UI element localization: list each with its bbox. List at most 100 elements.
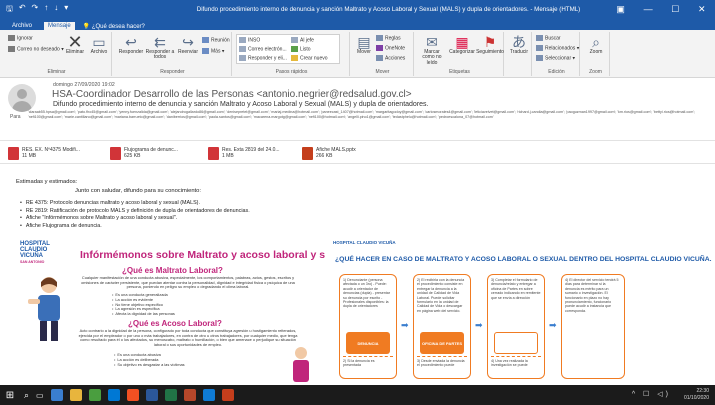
forward-button[interactable]: ↪ Reenviar	[175, 34, 201, 55]
logo-text: HOSPITAL CLAUDIO VICUÑA	[20, 241, 50, 259]
group-label-move: Mover	[375, 69, 390, 75]
maximize-icon[interactable]: ☐	[671, 4, 679, 15]
close-icon[interactable]: ✕	[698, 4, 706, 15]
ribbon-group-respond: ↩ Responder ⇇ Responder a todos ↪ Reenviar …	[114, 32, 232, 76]
step-text: 3) Completar el formulario de denuncia/r…	[491, 278, 541, 300]
powerpoint-icon[interactable]	[183, 389, 196, 401]
ribbon-group-quicksteps: INSO Al jefe Correo electrón... Listo Re…	[234, 32, 350, 76]
actions-button[interactable]: Acciones	[376, 55, 405, 61]
save-icon[interactable]: 🖫	[6, 3, 13, 17]
archive-button[interactable]: ▭ Archivo	[88, 34, 110, 55]
ribbon-group-editing: Buscar Relacionados ▾ Seleccionar ▾ Edic…	[534, 32, 580, 76]
tab-mensaje[interactable]: Mensaje	[44, 22, 75, 30]
edge-icon[interactable]	[50, 389, 63, 401]
mark-unread-button[interactable]: ✉ Marcar como no leído	[418, 34, 446, 66]
acoso-bullets: Es una conducta abusiva La acción es del…	[114, 352, 184, 367]
flow-step-2: 2) El recibirla con la denuncia el proce…	[413, 274, 471, 379]
redo-icon[interactable]: ↷	[32, 3, 39, 17]
onenote-button[interactable]: OneNote	[376, 45, 405, 51]
attachment-item[interactable]: Flujograma de denunc... 625 KB	[110, 144, 178, 162]
tab-archivo[interactable]: Archivo	[8, 22, 36, 30]
ribbon-options-icon[interactable]: ▣	[616, 4, 625, 15]
excel-icon[interactable]	[164, 389, 177, 401]
pptx-file-icon	[302, 146, 313, 160]
ribbon-group-move: ▤ Mover Reglas OneNote Acciones Mover	[352, 32, 414, 76]
tell-me-input[interactable]: 💡 ¿Qué desea hacer?	[83, 23, 145, 30]
followup-button[interactable]: ⚑ Seguimiento	[476, 34, 504, 55]
related-button[interactable]: Relacionados ▾	[536, 45, 579, 51]
taskbar: ⊞ ⌕ ▭ ^ ☐ ◁) 22:30 01/10/2020	[0, 385, 715, 405]
file-explorer-icon[interactable]	[69, 389, 82, 401]
move-button[interactable]: ▤ Mover	[354, 34, 374, 55]
task-view-icon[interactable]: ▭	[36, 391, 44, 400]
clock-date: 01/10/2020	[683, 394, 709, 401]
quickstep-inso[interactable]: INSO	[239, 37, 260, 43]
group-label-delete: Eliminar	[47, 69, 66, 75]
person-illustration	[293, 347, 309, 382]
reply-button[interactable]: ↩ Responder	[117, 34, 145, 55]
undo-icon[interactable]: ↶	[19, 3, 26, 17]
translate-button[interactable]: あ Traducir	[508, 34, 530, 55]
meeting-button[interactable]: Reunión	[202, 37, 230, 43]
select-button[interactable]: Seleccionar ▾	[536, 55, 575, 61]
zoom-button[interactable]: ⌕ Zoom	[585, 34, 607, 55]
ignore-button[interactable]: Ignorar	[8, 35, 33, 41]
menu-bar: Archivo Mensaje 💡 ¿Qué desea hacer?	[0, 19, 715, 30]
attachment-item[interactable]: Res. Exta 2819 del 24.0... 1 MB	[208, 144, 280, 162]
quickstep-jefe[interactable]: Al jefe	[291, 37, 314, 43]
more-respond-button[interactable]: Más ▾	[202, 48, 224, 54]
down-icon[interactable]: ↓	[54, 3, 58, 17]
avatar	[8, 84, 36, 112]
delete-button[interactable]: ✕ Eliminar	[64, 32, 86, 55]
group-label-respond: Responder	[160, 69, 185, 75]
categorize-button[interactable]: ▦ Categorizar	[448, 34, 476, 55]
rules-button[interactable]: Reglas	[376, 35, 401, 41]
arrow-right-icon: ➡	[549, 320, 557, 330]
flag-icon: ⚑	[483, 34, 497, 50]
group-label-quicksteps: Pasos rápidos	[275, 69, 308, 75]
system-tray-icons[interactable]: ^ ☐ ◁)	[632, 390, 671, 398]
sender[interactable]: HSA-Coordinador Desarrollo de las Person…	[52, 89, 412, 100]
hospital-logo-small: HOSPITAL CLAUDIO VICUÑA	[333, 240, 396, 245]
quickstep-crear[interactable]: Crear nuevo	[291, 55, 328, 61]
ignore-icon	[8, 35, 15, 41]
reply-all-button[interactable]: ⇇ Responder a todos	[145, 34, 175, 61]
search-icon[interactable]: ⌕	[24, 390, 29, 401]
word-icon[interactable]	[145, 389, 158, 401]
up-icon[interactable]: ↑	[44, 3, 48, 17]
step-text: 1) Denunciante (persona afectada o un 3r…	[343, 278, 390, 309]
forward-icon: ↪	[182, 34, 194, 50]
attachment-item[interactable]: Afiche MALS.pptx 266 KB	[302, 144, 356, 162]
find-button[interactable]: Buscar	[536, 35, 561, 41]
flow-step-3: 3) Completar el formulario de denuncia/r…	[487, 274, 545, 379]
magnifier-icon: ⌕	[592, 34, 600, 50]
meeting-icon	[202, 37, 209, 43]
intro-text: Junto con saludar, difundo para su conoc…	[75, 188, 202, 194]
quickstep-listo[interactable]: Listo	[291, 46, 311, 52]
ie-icon[interactable]	[202, 389, 215, 401]
quickstep-correo[interactable]: Correo electrón...	[239, 46, 287, 52]
outlook-icon[interactable]	[107, 389, 120, 401]
office-icon[interactable]	[126, 389, 139, 401]
recipients-list[interactable]: 'claraab55.hpsa@gmail.com'; 'pato.fho45@…	[28, 110, 708, 130]
quickstep-responder[interactable]: Responder y eli...	[239, 55, 287, 61]
minimize-icon[interactable]: —	[644, 4, 653, 15]
app-icon[interactable]	[221, 389, 234, 401]
delete-icon: ✕	[67, 32, 83, 52]
step-badge: OFICINA DE PARTES	[420, 332, 464, 354]
list-item: RE 4375: Protocolo denuncias maltrato y …	[26, 200, 250, 208]
pdf-file-icon	[8, 146, 19, 160]
junk-button[interactable]: Correo no deseado ▾	[8, 46, 64, 52]
windows-start-icon[interactable]: ⊞	[0, 390, 20, 401]
quickstep-icon	[239, 37, 246, 43]
quickstep-icon	[239, 55, 246, 61]
chrome-icon[interactable]	[88, 389, 101, 401]
list-item: Afiche "Infórmémonos sobre Maltrato y ac…	[26, 215, 250, 223]
group-label-editing: Edición	[548, 69, 565, 75]
logo-subtext: SAN ANTONIO	[20, 260, 45, 264]
document-icon	[494, 332, 538, 354]
customize-icon[interactable]: ▾	[64, 3, 68, 17]
attachment-item[interactable]: RES. EX. Nº4375 Modifi... 11 MB	[8, 144, 80, 162]
message-header: domingo 27/09/2020 19:02 HSA-Coordinador…	[0, 78, 715, 140]
clock[interactable]: 22:30 01/10/2020	[684, 388, 709, 401]
